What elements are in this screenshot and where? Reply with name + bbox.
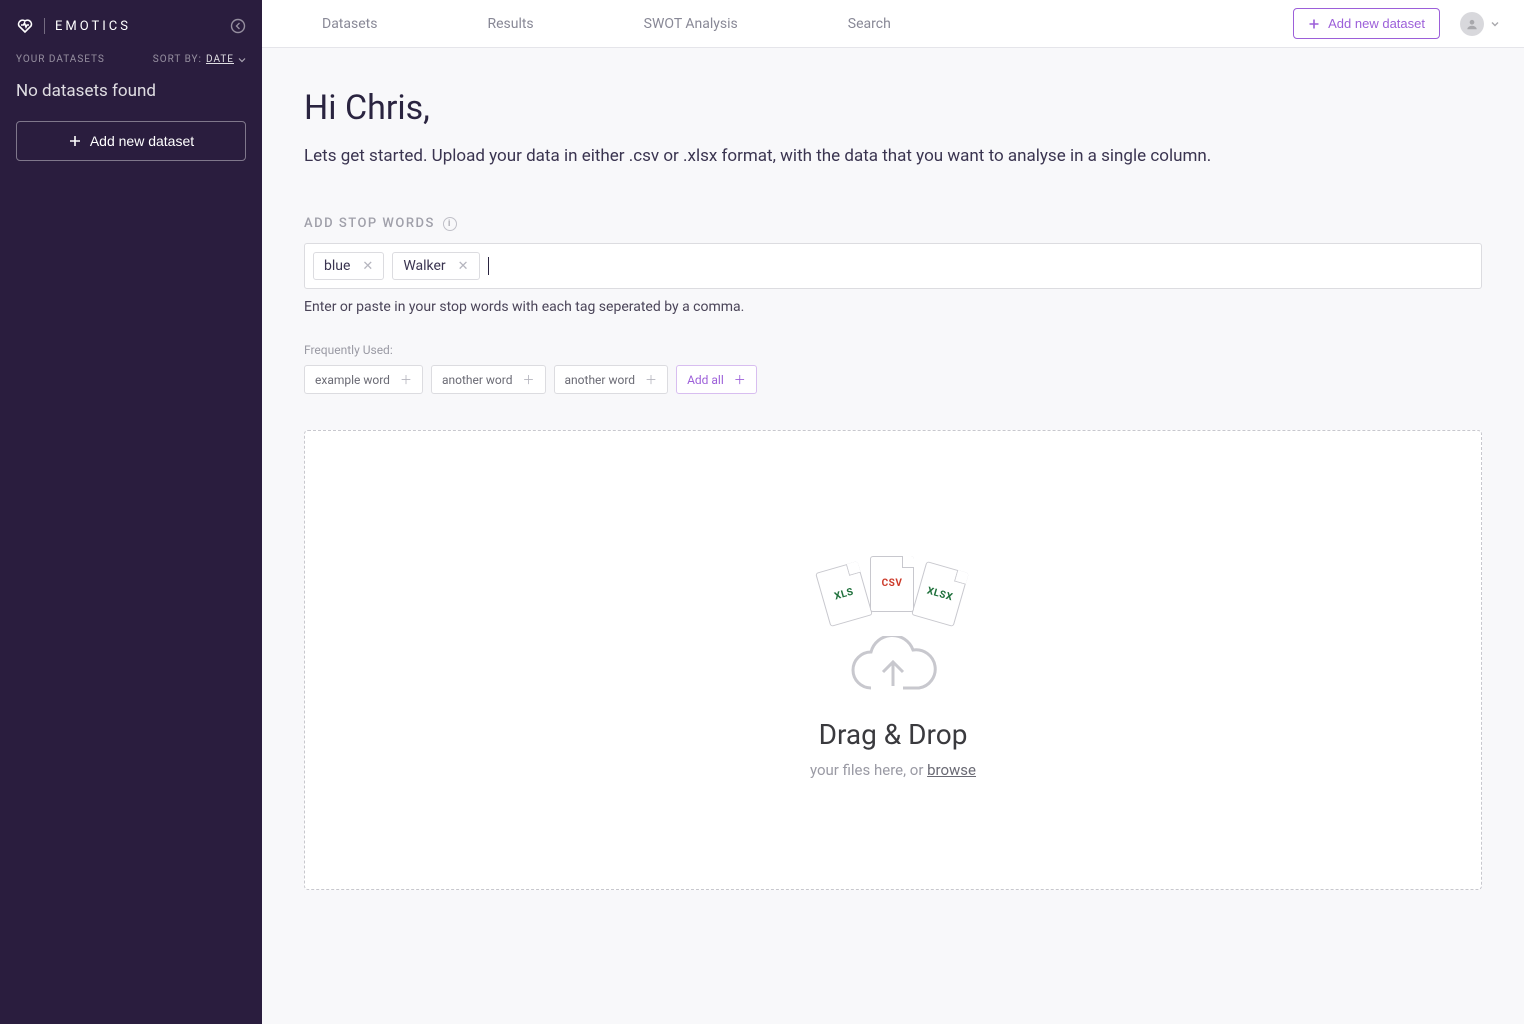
dropzone-subtitle: your files here, or browse <box>810 761 976 779</box>
plus-icon <box>1308 18 1320 30</box>
brand-divider <box>44 18 45 34</box>
info-icon[interactable]: i <box>443 217 457 231</box>
stopword-chip-label: Walker <box>403 258 445 274</box>
sidebar-add-dataset-button[interactable]: Add new dataset <box>16 121 246 161</box>
sort-by-label: SORT BY: <box>153 54 202 65</box>
chevron-down-icon <box>238 56 246 64</box>
plus-icon: ＋ <box>523 371 535 388</box>
plus-icon: ＋ <box>645 371 657 388</box>
stopwords-hint: Enter or paste in your stop words with e… <box>304 299 1482 315</box>
sidebar-header: EMOTICS <box>0 0 262 54</box>
stopwords-input[interactable]: blue ✕ Walker ✕ <box>304 243 1482 289</box>
brand-logo-icon <box>16 18 34 34</box>
stopword-chip-label: blue <box>324 258 350 274</box>
brand-name: EMOTICS <box>55 19 131 34</box>
add-all-label: Add all <box>687 373 724 387</box>
frequently-used-label: Frequently Used: <box>304 343 1482 357</box>
collapse-sidebar-icon[interactable] <box>230 18 246 34</box>
tab-search[interactable]: Search <box>848 16 891 32</box>
chevron-down-icon <box>1490 19 1500 29</box>
sidebar: EMOTICS YOUR DATASETS SORT BY: DATE No d… <box>0 0 262 1024</box>
greeting: Hi Chris, <box>304 88 1482 128</box>
text-cursor <box>488 257 489 275</box>
stopword-chip: blue ✕ <box>313 252 384 280</box>
content: Hi Chris, Lets get started. Upload your … <box>262 48 1524 930</box>
no-datasets-text: No datasets found <box>0 77 262 121</box>
tab-datasets[interactable]: Datasets <box>322 16 377 32</box>
tab-results[interactable]: Results <box>487 16 533 32</box>
plus-icon: ＋ <box>734 371 746 388</box>
file-xlsx-icon: XLSX <box>911 561 969 627</box>
cloud-upload-icon <box>843 636 943 702</box>
topbar: Datasets Results SWOT Analysis Search Ad… <box>262 0 1524 48</box>
topbar-add-dataset-button[interactable]: Add new dataset <box>1293 8 1440 39</box>
avatar-icon <box>1460 12 1484 36</box>
plus-icon <box>68 134 82 148</box>
file-csv-icon: CSV <box>870 556 914 612</box>
topbar-tabs: Datasets Results SWOT Analysis Search <box>322 16 891 32</box>
frequent-chip-label: another word <box>442 373 513 387</box>
plus-icon: ＋ <box>400 371 412 388</box>
sidebar-meta: YOUR DATASETS SORT BY: DATE <box>0 54 262 77</box>
sidebar-add-dataset-label: Add new dataset <box>90 133 194 149</box>
file-xls-icon: XLS <box>815 561 873 627</box>
browse-link[interactable]: browse <box>927 761 976 779</box>
sort-by-value[interactable]: DATE <box>206 54 234 65</box>
add-all-button[interactable]: Add all ＋ <box>676 365 757 394</box>
main: Datasets Results SWOT Analysis Search Ad… <box>262 0 1524 1024</box>
sort-by: SORT BY: DATE <box>153 54 246 65</box>
brand: EMOTICS <box>16 18 131 34</box>
stopword-chip: Walker ✕ <box>392 252 479 280</box>
frequently-used-row: example word ＋ another word ＋ another wo… <box>304 365 1482 394</box>
remove-chip-icon[interactable]: ✕ <box>362 259 373 274</box>
files-graphic: XLS CSV XLSX <box>818 542 968 622</box>
your-datasets-label: YOUR DATASETS <box>16 54 105 65</box>
frequent-chip[interactable]: another word ＋ <box>431 365 546 394</box>
frequent-chip[interactable]: example word ＋ <box>304 365 423 394</box>
file-dropzone[interactable]: XLS CSV XLSX Drag & Drop your files here… <box>304 430 1482 890</box>
frequent-chip-label: another word <box>565 373 636 387</box>
stopwords-label: ADD STOP WORDS <box>304 216 435 231</box>
topbar-add-dataset-label: Add new dataset <box>1328 16 1425 31</box>
remove-chip-icon[interactable]: ✕ <box>458 259 469 274</box>
frequent-chip[interactable]: another word ＋ <box>554 365 669 394</box>
subtitle: Lets get started. Upload your data in ei… <box>304 146 1482 166</box>
user-menu[interactable] <box>1460 12 1500 36</box>
stopwords-label-row: ADD STOP WORDS i <box>304 216 1482 231</box>
frequent-chip-label: example word <box>315 373 390 387</box>
tab-swot-analysis[interactable]: SWOT Analysis <box>644 16 738 32</box>
dropzone-title: Drag & Drop <box>819 718 968 751</box>
